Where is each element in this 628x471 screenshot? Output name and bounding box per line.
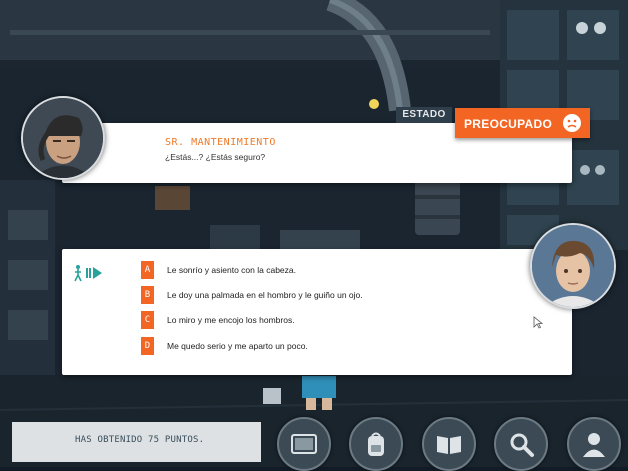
tablet-icon xyxy=(291,434,317,454)
choice-letter: D xyxy=(141,337,154,355)
player-portrait xyxy=(530,223,616,309)
score-text: HAS OBTENIDO 75 PUNTOS. xyxy=(75,435,205,445)
dialogue-choices-card: A Le sonrío y asiento con la cabeza. B L… xyxy=(62,249,572,375)
choice-letter: B xyxy=(141,286,154,304)
choice-c[interactable]: C Lo miro y me encojo los hombros. xyxy=(141,311,295,329)
worried-face-icon xyxy=(563,114,581,132)
choice-letter: C xyxy=(141,311,154,329)
speaker-name: SR. MANTENIMIENTO xyxy=(165,137,276,148)
choice-text: Me quedo serio y me aparto un poco. xyxy=(167,341,308,351)
npc-portrait xyxy=(21,96,105,180)
book-button[interactable] xyxy=(422,417,476,471)
exit-icon[interactable] xyxy=(74,264,104,282)
estado-label: ESTADO xyxy=(396,107,452,123)
game-scene-background xyxy=(0,0,628,467)
score-bar: HAS OBTENIDO 75 PUNTOS. xyxy=(12,422,261,462)
choice-text: Le sonrío y asiento con la cabeza. xyxy=(167,265,296,275)
search-icon xyxy=(510,433,534,457)
choice-a[interactable]: A Le sonrío y asiento con la cabeza. xyxy=(141,261,296,279)
profile-button[interactable] xyxy=(567,417,621,471)
cursor-icon xyxy=(533,316,543,329)
estado-badge: PREOCUPADO xyxy=(455,108,590,138)
book-icon xyxy=(437,436,461,454)
choice-letter: A xyxy=(141,261,154,279)
choice-d[interactable]: D Me quedo serio y me aparto un poco. xyxy=(141,337,308,355)
speaker-line: ¿Estás...? ¿Estás seguro? xyxy=(165,152,266,162)
choice-b[interactable]: B Le doy una palmada en el hombro y le g… xyxy=(141,286,363,304)
choice-text: Le doy una palmada en el hombro y le gui… xyxy=(167,290,363,300)
backpack-button[interactable] xyxy=(349,417,403,471)
estado-value: PREOCUPADO xyxy=(464,117,553,131)
user-icon xyxy=(583,433,605,457)
choice-text: Lo miro y me encojo los hombros. xyxy=(167,315,295,325)
search-button[interactable] xyxy=(494,417,548,471)
tablet-button[interactable] xyxy=(277,417,331,471)
backpack-icon xyxy=(368,432,384,456)
